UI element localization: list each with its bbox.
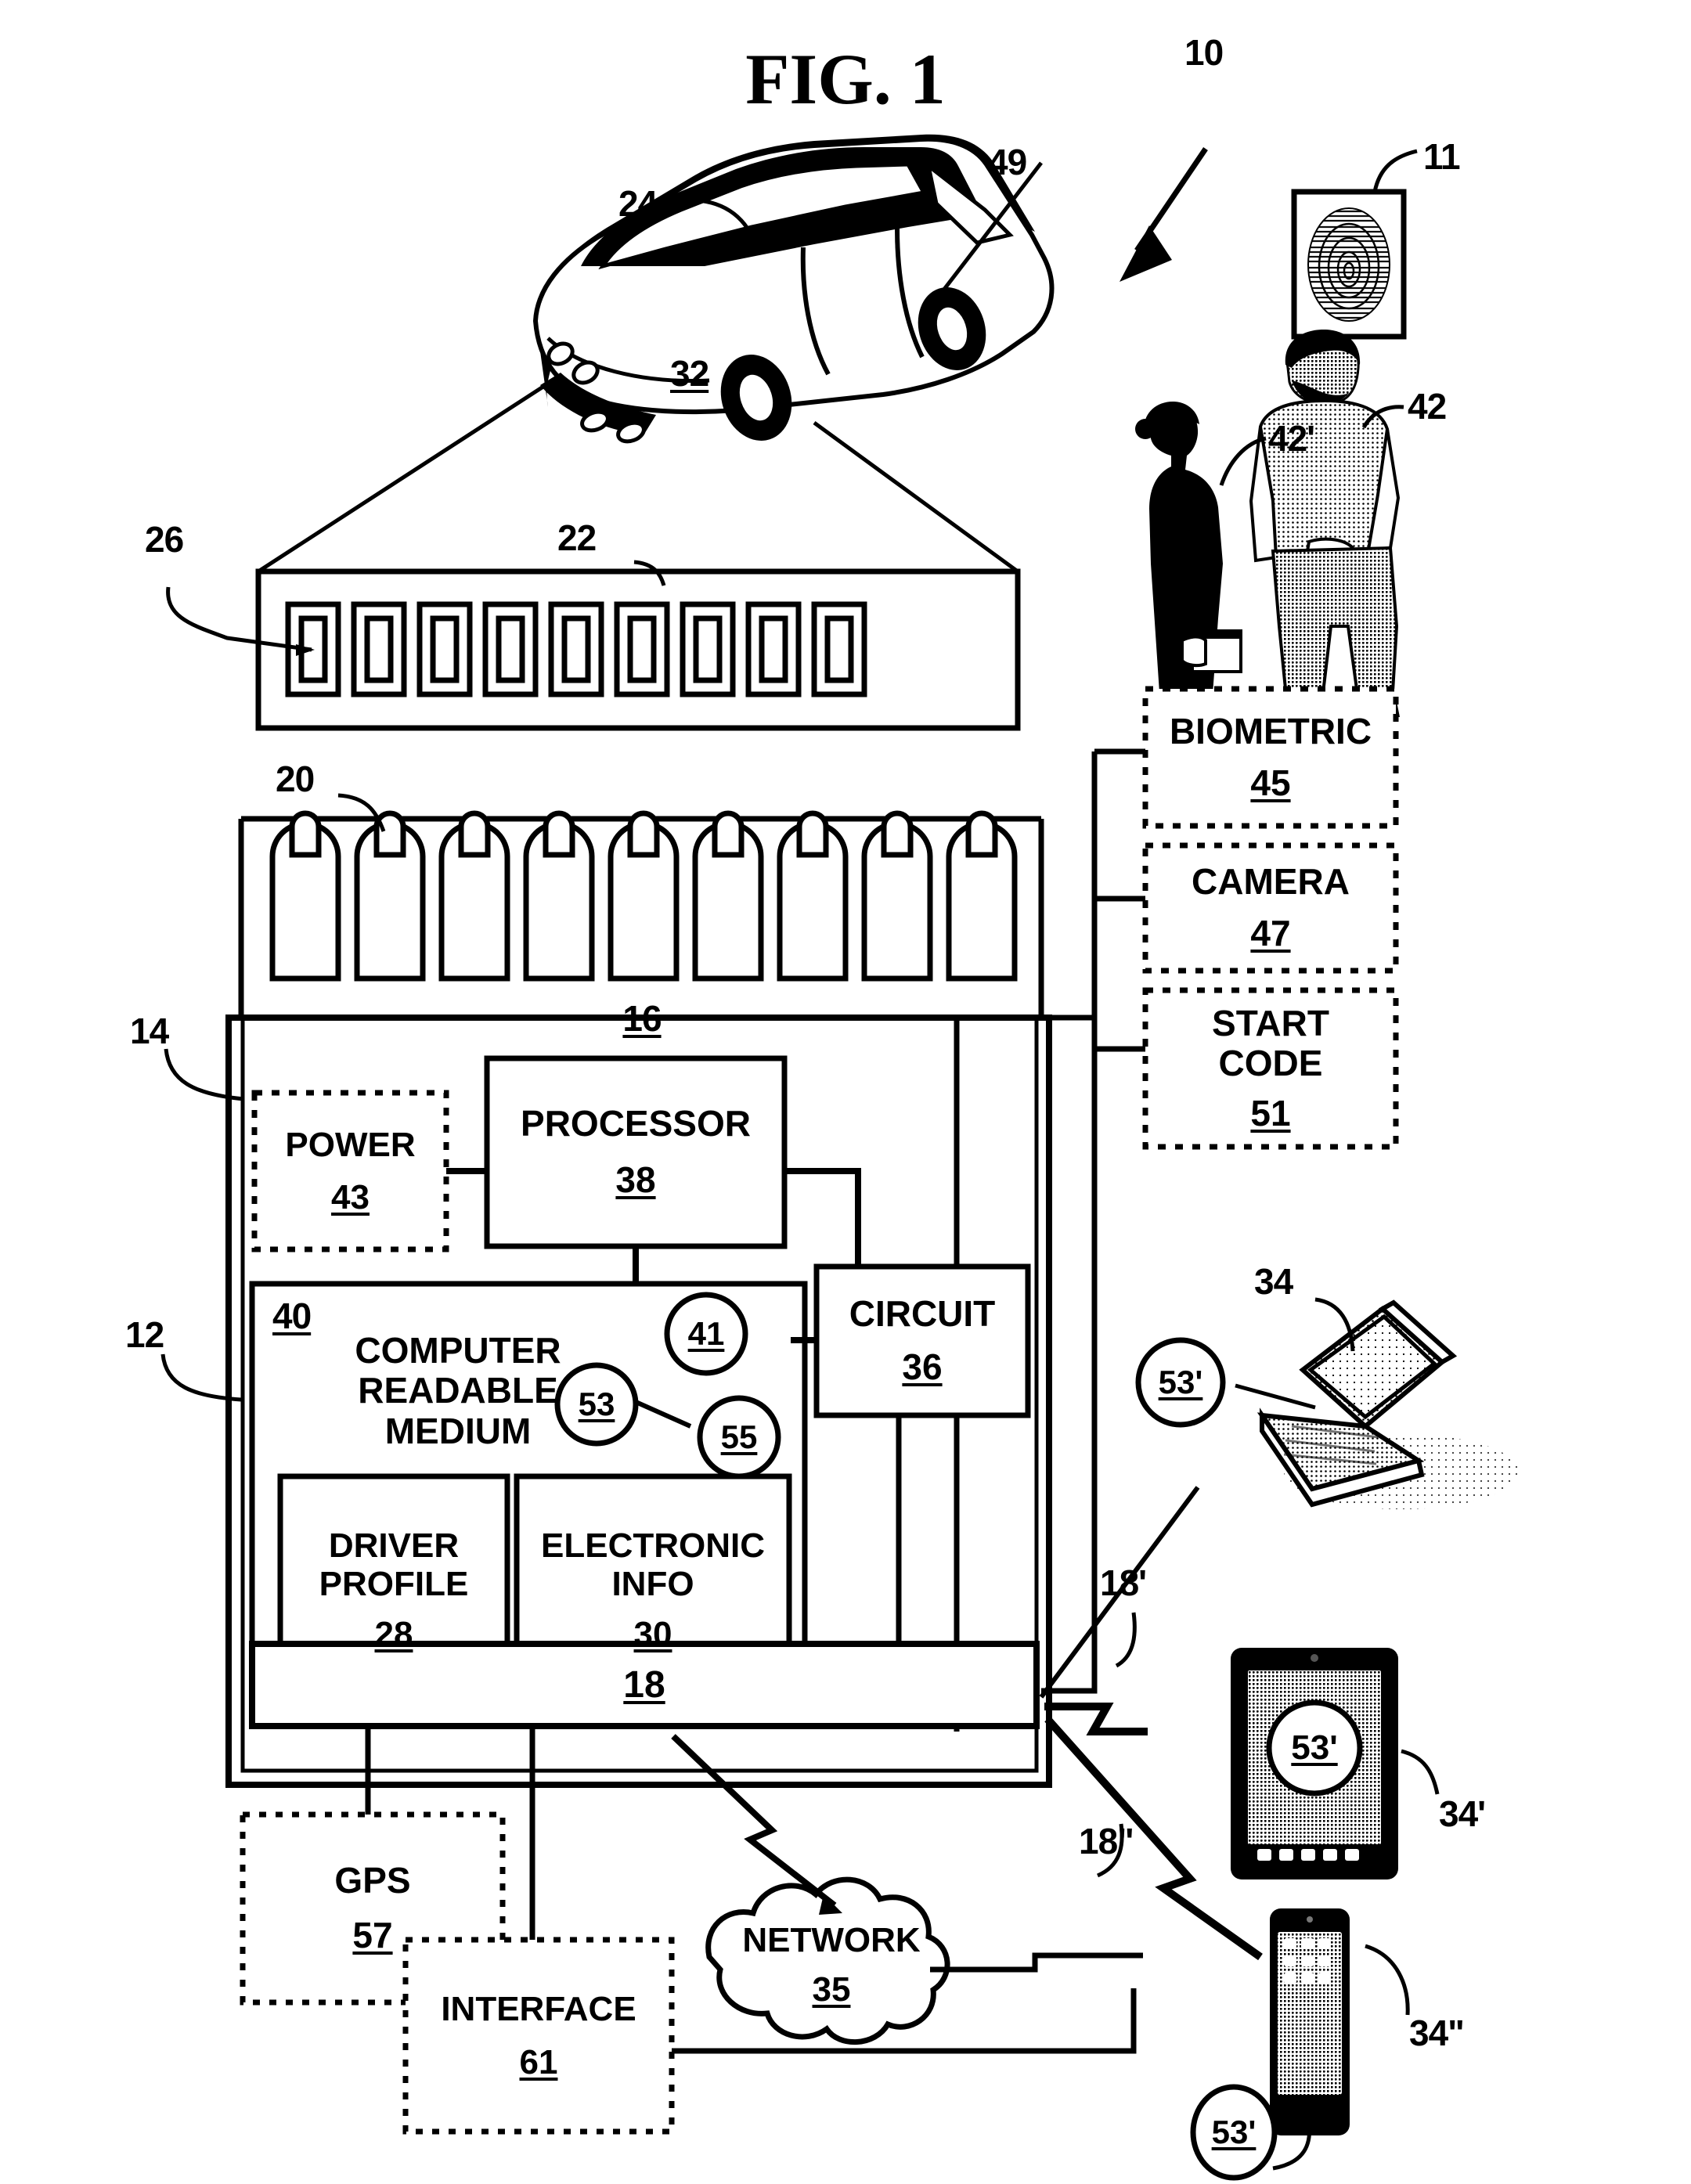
system-pointer-arrow: [1120, 147, 1208, 282]
interface-block[interactable]: INTERFACE 61: [406, 1940, 672, 2132]
network-block[interactable]: NETWORK 35: [709, 1879, 954, 2051]
ref-20: 20: [276, 759, 315, 799]
patent-figure-page: FIG. 1 10 11 24 49 32 42' 42 26 22 20 14…: [0, 0, 1691, 2184]
circle-53p-laptop: 53': [1158, 1364, 1203, 1400]
circuit-block[interactable]: CIRCUIT 36: [817, 1267, 1028, 1415]
projection-line-right: [813, 420, 1019, 574]
processor-num: 38: [615, 1159, 656, 1200]
circle-53p-phone: 53': [1211, 2114, 1257, 2150]
camera-num: 47: [1250, 913, 1291, 953]
leader-18p: [1115, 1612, 1137, 1668]
power-label: POWER: [285, 1125, 416, 1164]
ref-18pp: 18": [1079, 1821, 1134, 1861]
circle-41: 41: [687, 1315, 725, 1352]
leader-14: [164, 1048, 245, 1101]
crm-label-l2: READABLE: [358, 1370, 558, 1411]
camera-label: CAMERA: [1192, 861, 1350, 903]
electronic-info-label-l1: ELECTRONIC: [541, 1526, 765, 1566]
ref-32: 32: [670, 353, 709, 394]
bus-num: 18: [623, 1663, 665, 1706]
ref-16: 16: [622, 998, 662, 1039]
ref-11: 11: [1423, 136, 1461, 177]
power-block[interactable]: POWER 43: [254, 1093, 446, 1249]
rack-assembly: [166, 560, 1021, 731]
ref-12: 12: [125, 1314, 164, 1355]
start-code-num: 51: [1250, 1092, 1291, 1133]
ampule-row: [269, 810, 1018, 982]
projection-line-left: [257, 381, 550, 574]
connector-processor-circuit: [784, 1168, 861, 1267]
phone-illustration: [1270, 1908, 1350, 2135]
ref-10: 10: [1184, 32, 1224, 73]
ref-42: 42: [1408, 386, 1447, 427]
circuit-label: CIRCUIT: [849, 1293, 996, 1335]
laptop-illustration: [1257, 1299, 1519, 1509]
electronic-info-label-l2: INFO: [611, 1565, 694, 1604]
driver-profile-label-l2: PROFILE: [319, 1565, 469, 1604]
person-male-illustration: [1249, 330, 1401, 717]
gps-label: GPS: [334, 1860, 411, 1901]
leader-11: [1372, 149, 1418, 193]
leader-34p: [1401, 1749, 1440, 1795]
biometric-num: 45: [1250, 762, 1291, 803]
ref-34p: 34': [1439, 1793, 1486, 1834]
circle-55: 55: [720, 1418, 758, 1455]
circle-53: 53: [578, 1386, 615, 1422]
circuit-num: 36: [902, 1346, 943, 1387]
ref-34: 34: [1254, 1261, 1293, 1302]
vehicle-illustration: [532, 134, 1055, 444]
ref-42p: 42': [1268, 418, 1315, 459]
circle-53p-tablet: 53': [1291, 1728, 1338, 1767]
processor-block[interactable]: PROCESSOR 38: [487, 1058, 784, 1246]
network-label: NETWORK: [742, 1920, 921, 1959]
driver-profile-label-l1: DRIVER: [328, 1526, 460, 1566]
rack-slots: [285, 601, 867, 697]
interface-label: INTERFACE: [441, 1990, 636, 2029]
ampule-tray: [238, 793, 1044, 1018]
bus-block[interactable]: 18: [252, 1644, 1037, 1726]
leader-53p-laptop: [1235, 1383, 1316, 1410]
start-code-block[interactable]: START CODE 51: [1145, 990, 1396, 1147]
biometric-block[interactable]: BIOMETRIC 45: [1145, 689, 1396, 826]
ref-22: 22: [557, 517, 597, 558]
power-num: 43: [331, 1178, 370, 1216]
biometric-label: BIOMETRIC: [1169, 710, 1372, 751]
interface-num: 61: [519, 2042, 558, 2081]
connector-network-phone: [930, 1952, 1143, 1973]
connector-circuit-bus: [896, 1415, 1026, 1649]
start-code-label-l2: CODE: [1218, 1043, 1323, 1084]
ref-24: 24: [618, 183, 658, 224]
ref-49: 49: [988, 142, 1027, 182]
processor-label: PROCESSOR: [521, 1103, 751, 1144]
ref-18p: 18': [1100, 1562, 1147, 1603]
leader-34pp: [1365, 1944, 1410, 2016]
crm-label-l3: MEDIUM: [384, 1410, 532, 1451]
ref-26: 26: [145, 519, 184, 560]
ref-34pp: 34": [1409, 2013, 1465, 2053]
network-num: 35: [812, 1970, 851, 2009]
gps-num: 57: [352, 1915, 393, 1955]
crm-label-l1: COMPUTER: [355, 1329, 561, 1371]
start-code-label-l1: START: [1212, 1002, 1329, 1043]
camera-block[interactable]: CAMERA 47: [1145, 845, 1396, 971]
